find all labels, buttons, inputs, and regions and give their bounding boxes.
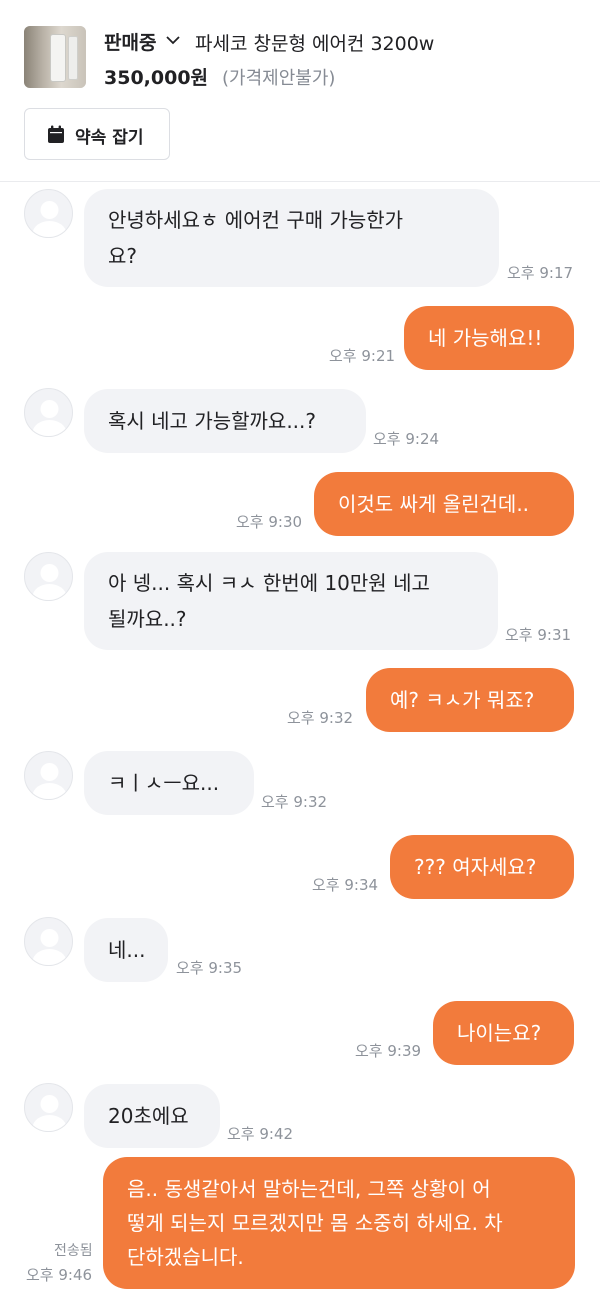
message-timestamp: 오후 9:35: [176, 959, 243, 977]
incoming-message-bubble[interactable]: 20초에요: [84, 1084, 220, 1148]
incoming-message-bubble[interactable]: 아 넹... 혹시 ㅋㅅ 한번에 10만원 네고 될까요..?: [84, 552, 498, 650]
outgoing-message-bubble[interactable]: 예? ㅋㅅ가 뭐죠?: [366, 668, 574, 732]
incoming-message-bubble[interactable]: 안녕하세요ㅎ 에어컨 구매 가능한가 요?: [84, 189, 499, 287]
product-price: 350,000원: [104, 67, 209, 89]
calendar-icon: [48, 125, 64, 143]
message-timestamp: 오후 9:39: [355, 1042, 422, 1060]
message-timestamp: 오후 9:32: [287, 709, 354, 727]
outgoing-message-bubble[interactable]: 음.. 동생같아서 말하는건데, 그쪽 상황이 어 떻게 되는지 모르겠지만 몸…: [103, 1157, 575, 1289]
message-timestamp: 오후 9:30: [236, 513, 303, 531]
message-timestamp: 오후 9:46: [26, 1266, 93, 1284]
message-timestamp: 오후 9:21: [329, 347, 396, 365]
message-text: 음.. 동생같아서 말하는건데, 그쪽 상황이 어: [127, 1177, 491, 1201]
message-text: ㅋㅣㅅㅡ요...: [108, 771, 220, 795]
avatar-icon: [32, 400, 67, 436]
avatar[interactable]: [24, 388, 73, 437]
make-appointment-label: 약속 잡기: [75, 128, 144, 148]
message-text: 요?: [108, 244, 138, 268]
message-timestamp: 오후 9:24: [373, 430, 440, 448]
message-text: 혹시 네고 가능할까요...?: [108, 409, 317, 433]
make-appointment-button[interactable]: 약속 잡기: [24, 108, 170, 160]
avatar-icon: [32, 763, 67, 799]
product-thumbnail[interactable]: [24, 26, 86, 88]
message-text: 아 넹... 혹시 ㅋㅅ 한번에 10만원 네고: [108, 571, 430, 595]
message-timestamp: 오후 9:17: [507, 264, 574, 282]
message-timestamp: 오후 9:32: [261, 793, 328, 811]
message-text: 단하겠습니다.: [127, 1245, 244, 1269]
outgoing-message-bubble[interactable]: 나이는요?: [433, 1001, 574, 1065]
outgoing-message-bubble[interactable]: ??? 여자세요?: [390, 835, 574, 899]
message-text: 예? ㅋㅅ가 뭐죠?: [390, 688, 535, 712]
message-timestamp: 오후 9:42: [227, 1125, 294, 1143]
outgoing-message-bubble[interactable]: 이것도 싸게 올린건데..: [314, 472, 574, 536]
price-offer-note: (가격제안불가): [222, 68, 336, 89]
message-text: ??? 여자세요?: [414, 855, 537, 879]
header-divider: [0, 181, 600, 182]
avatar-icon: [32, 201, 67, 237]
incoming-message-bubble[interactable]: 혹시 네고 가능할까요...?: [84, 389, 366, 453]
message-text: 떻게 되는지 모르겠지만 몸 소중히 하세요. 차: [127, 1211, 503, 1235]
incoming-message-bubble[interactable]: 네...: [84, 918, 168, 982]
incoming-message-bubble[interactable]: ㅋㅣㅅㅡ요...: [84, 751, 254, 815]
message-text: 될까요..?: [108, 607, 187, 631]
avatar[interactable]: [24, 751, 73, 800]
message-timestamp: 오후 9:34: [312, 876, 379, 894]
avatar[interactable]: [24, 189, 73, 238]
sale-status-label[interactable]: 판매중: [104, 28, 156, 55]
avatar-icon: [32, 1095, 67, 1131]
avatar-icon: [32, 564, 67, 600]
message-text: 20초에요: [108, 1104, 189, 1128]
product-header[interactable]: 판매중 파세코 창문형 에어컨 3200w 350,000원 (가격제안불가) …: [0, 0, 600, 182]
avatar-icon: [32, 929, 67, 965]
message-timestamp: 오후 9:31: [505, 626, 572, 644]
avatar[interactable]: [24, 1083, 73, 1132]
avatar[interactable]: [24, 917, 73, 966]
outgoing-message-bubble[interactable]: 네 가능해요!!: [404, 306, 574, 370]
chevron-down-icon[interactable]: [165, 33, 181, 47]
message-text: 네...: [108, 938, 146, 962]
message-text: 네 가능해요!!: [428, 326, 543, 350]
avatar[interactable]: [24, 552, 73, 601]
message-text: 안녕하세요ㅎ 에어컨 구매 가능한가: [108, 208, 404, 232]
message-text: 이것도 싸게 올린건데..: [338, 492, 530, 516]
message-sent-status: 전송됨: [54, 1243, 93, 1259]
product-title[interactable]: 파세코 창문형 에어컨 3200w: [195, 29, 434, 56]
message-text: 나이는요?: [457, 1021, 542, 1045]
